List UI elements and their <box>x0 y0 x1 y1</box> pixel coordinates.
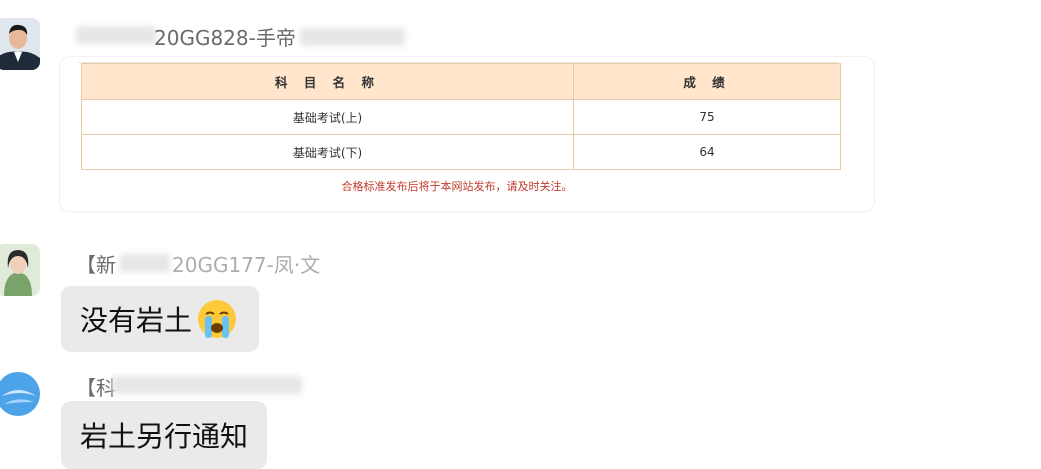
blurred-sender-suffix <box>112 376 302 394</box>
blurred-sender-prefix <box>76 26 156 44</box>
crying-face-emoji <box>194 296 240 342</box>
score-cell: 75 <box>573 99 841 135</box>
score-cell: 64 <box>573 134 841 170</box>
blurred-sender-mid <box>120 254 170 272</box>
avatar[interactable] <box>0 18 40 70</box>
message-bubble[interactable]: 没有岩土 <box>61 286 260 352</box>
table-header-row: 科 目 名 称 成 绩 <box>81 63 841 100</box>
table-row: 基础考试(上) 75 <box>81 99 841 135</box>
avatar[interactable] <box>0 244 40 296</box>
sender-name-bracket: 【科 <box>76 376 116 400</box>
column-header-subject: 科 目 名 称 <box>81 63 574 100</box>
message-text: 没有岩土 <box>80 304 193 337</box>
table-row: 基础考试(下) 64 <box>81 134 841 170</box>
score-table: 科 目 名 称 成 绩 基础考试(上) 75 基础考试(下) 64 <box>81 63 841 170</box>
subject-cell: 基础考试(下) <box>81 134 574 170</box>
message-text: 岩土另行通知 <box>80 420 249 453</box>
sender-name: 20GG177-凤·文 <box>172 253 321 277</box>
sender-name-bracket: 【新 <box>76 253 116 277</box>
sender-name: 20GG828-手帝 <box>154 26 296 50</box>
subject-cell: 基础考试(上) <box>81 99 574 135</box>
blurred-sender-suffix <box>300 28 405 46</box>
notice-text: 合格标准发布后将于本网站发布，请及时关注。 <box>341 180 573 193</box>
column-header-score: 成 绩 <box>573 63 841 100</box>
message-bubble[interactable]: 岩土另行通知 <box>61 401 268 469</box>
avatar[interactable] <box>0 366 42 422</box>
